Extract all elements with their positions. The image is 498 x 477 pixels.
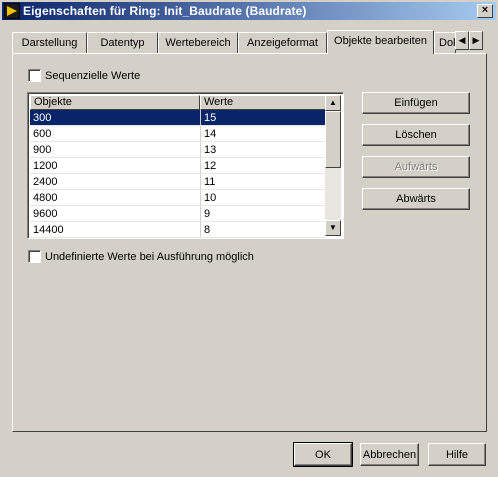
tab-wertebereich[interactable]: Wertebereich — [158, 32, 238, 53]
list-vertical-scrollbar[interactable]: ▲ ▼ — [325, 95, 341, 236]
delete-button[interactable]: Löschen — [362, 124, 470, 146]
undefined-values-label: Undefinierte Werte bei Ausführung möglic… — [45, 250, 254, 263]
tab-dokumentation[interactable]: Dok — [434, 32, 456, 53]
sequential-values-option[interactable]: Sequenzielle Werte — [28, 69, 140, 82]
value-cell: 8 — [200, 222, 326, 238]
insert-button[interactable]: Einfügen — [362, 92, 470, 114]
list-row[interactable]: 900 13 — [30, 142, 326, 158]
move-up-button[interactable]: Aufwärts — [362, 156, 470, 178]
list-row[interactable]: 2400 11 — [30, 174, 326, 190]
ok-button[interactable]: OK — [293, 442, 353, 467]
scroll-thumb[interactable] — [325, 111, 341, 168]
sequential-values-checkbox[interactable] — [28, 69, 41, 82]
object-cell: 300 — [33, 112, 52, 124]
column-header-objekte[interactable]: Objekte — [30, 95, 200, 110]
list-rows: 300 15 600 14 900 13 1200 12 2400 11 480… — [30, 110, 326, 238]
list-row[interactable]: 300 15 — [30, 110, 326, 126]
list-row[interactable]: 1200 12 — [30, 158, 326, 174]
value-cell: 11 — [200, 174, 326, 190]
move-down-button[interactable]: Abwärts — [362, 188, 470, 210]
cancel-button[interactable]: Abbrechen — [360, 443, 419, 466]
sequential-values-label: Sequenzielle Werte — [45, 69, 141, 82]
value-cell: 13 — [200, 142, 326, 158]
window-title: Eigenschaften für Ring: Init_Baudrate (B… — [23, 4, 307, 18]
object-cell: 600 — [33, 128, 52, 140]
list-row[interactable]: 9600 9 — [30, 206, 326, 222]
undefined-values-option[interactable]: Undefinierte Werte bei Ausführung möglic… — [28, 250, 254, 263]
list-row[interactable]: 14400 8 — [30, 222, 326, 238]
scroll-down-icon[interactable]: ▼ — [325, 220, 341, 236]
value-cell: 12 — [200, 158, 326, 174]
properties-dialog: Eigenschaften für Ring: Init_Baudrate (B… — [0, 0, 498, 477]
title-bar[interactable]: Eigenschaften für Ring: Init_Baudrate (B… — [2, 2, 496, 20]
value-cell: 10 — [200, 190, 326, 206]
object-cell: 900 — [33, 144, 52, 156]
help-button[interactable]: Hilfe — [428, 443, 486, 466]
list-row[interactable]: 4800 10 — [30, 190, 326, 206]
object-cell: 1200 — [33, 160, 58, 172]
tab-scroll-left-icon[interactable]: ◀ — [455, 31, 469, 50]
list-header: Objekte Werte — [30, 95, 326, 110]
tab-darstellung[interactable]: Darstellung — [12, 32, 87, 53]
list-row[interactable]: 600 14 — [30, 126, 326, 142]
tab-objekte-bearbeiten[interactable]: Objekte bearbeiten — [327, 30, 434, 54]
tab-datentyp[interactable]: Datentyp — [87, 32, 158, 53]
value-cell: 9 — [200, 206, 326, 222]
labview-app-icon — [4, 3, 20, 19]
close-button[interactable]: × — [477, 4, 493, 18]
column-header-werte[interactable]: Werte — [200, 95, 326, 110]
object-cell: 14400 — [33, 224, 64, 236]
object-cell: 4800 — [33, 192, 58, 204]
value-cell: 15 — [200, 110, 326, 126]
undefined-values-checkbox[interactable] — [28, 250, 41, 263]
tab-anzeigeformat[interactable]: Anzeigeformat — [238, 32, 327, 53]
object-cell: 2400 — [33, 176, 58, 188]
value-cell: 14 — [200, 126, 326, 142]
scroll-up-icon[interactable]: ▲ — [325, 95, 341, 111]
object-cell: 9600 — [33, 208, 58, 220]
tab-scroll-right-icon[interactable]: ▶ — [469, 31, 483, 50]
objects-list[interactable]: Objekte Werte 300 15 600 14 900 13 1200 … — [27, 92, 344, 239]
